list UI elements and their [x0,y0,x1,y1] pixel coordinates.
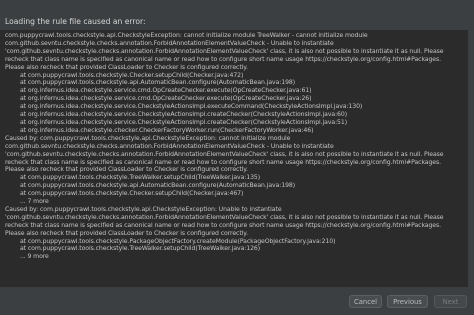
stack-trace-line: 'com.github.sevntu.checkstyle.checks.ann… [5,150,444,158]
stack-trace-line: at com.puppycrawl.tools.checkstyle.api.A… [5,182,296,190]
stack-trace-line: com.github.sevntu.checkstyle.checks.anno… [5,142,334,150]
stack-trace-line: at com.puppycrawl.tools.checkstyle.TreeW… [5,174,261,182]
stack-trace-line: at com.puppycrawl.tools.checkstyle.Check… [5,190,244,198]
stack-trace-line: at com.puppycrawl.tools.checkstyle.Packa… [5,237,336,245]
stack-trace-line: at org.infernus.idea.checkstyle.service.… [5,118,348,126]
stack-trace-line: recheck that class name is specified as … [5,158,441,166]
dialog-title: Loading the rule file caused an error: [5,17,146,26]
stack-trace-line: at org.infernus.idea.checkstyle.service.… [5,103,363,111]
stack-trace-line: ... 7 more [5,198,49,206]
cancel-button[interactable]: Cancel [349,295,382,308]
previous-button[interactable]: Previous [387,295,428,308]
stack-trace-line: com.github.sevntu.checkstyle.checks.anno… [5,39,334,47]
stack-trace-line: 'com.github.sevntu.checkstyle.checks.ann… [5,213,444,221]
stack-trace-line: Please also recheck that provided ClassL… [5,166,248,174]
stack-trace-line: ... 9 more [5,253,49,261]
stack-trace-line: Please also recheck that provided ClassL… [5,63,248,71]
dialog-header: Loading the rule file caused an error: [0,0,474,30]
stack-trace-line: at org.infernus.idea.checkstyle.checker.… [5,126,314,134]
stack-trace-line: 'com.github.sevntu.checkstyle.checks.ann… [5,47,444,55]
stack-trace-line: at org.infernus.idea.checkstyle.service.… [5,95,312,103]
stack-trace-line: Please also recheck that provided ClassL… [5,229,248,237]
stack-trace-line: at com.puppycrawl.tools.checkstyle.TreeW… [5,245,261,253]
stack-trace-line: recheck that class name is specified as … [5,221,441,229]
stack-trace-line: Caused by: com.puppycrawl.tools.checksty… [5,134,291,142]
vertical-scrollbar[interactable] [468,30,474,287]
stack-trace-line: recheck that class name is specified as … [5,55,441,63]
stack-trace-line: com.puppycrawl.tools.checkstyle.api.Chec… [5,32,368,39]
stack-trace-line: Caused by: com.puppycrawl.tools.checksty… [5,205,282,213]
stack-trace-line: at org.infernus.idea.checkstyle.service.… [5,87,312,95]
stack-trace-line: at org.infernus.idea.checkstyle.service.… [5,111,348,119]
next-button[interactable]: Next [434,295,467,308]
error-details-panel[interactable]: com.puppycrawl.tools.checkstyle.api.Chec… [0,30,468,287]
stack-trace-line: at com.puppycrawl.tools.checkstyle.api.A… [5,79,296,87]
stack-trace-text[interactable]: com.puppycrawl.tools.checkstyle.api.Chec… [5,32,444,261]
stack-trace-line: at com.puppycrawl.tools.checkstyle.Check… [5,71,244,79]
